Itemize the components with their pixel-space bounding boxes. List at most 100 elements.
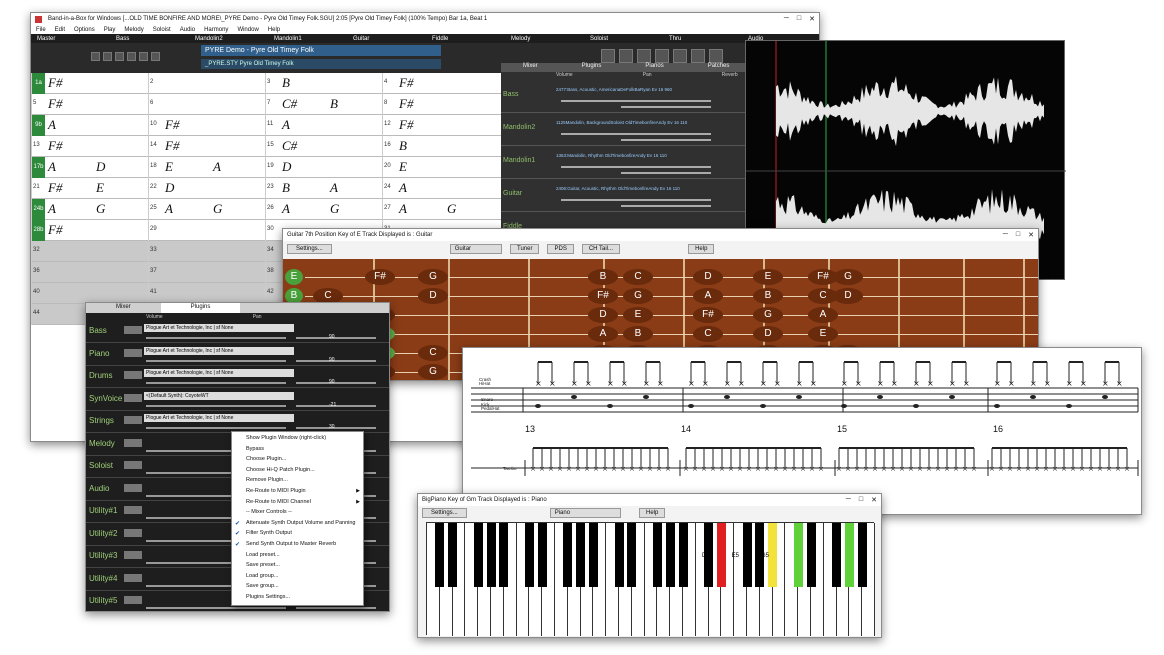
fret-note[interactable]: G (623, 288, 653, 304)
loop-icon[interactable] (127, 52, 136, 61)
pds-button[interactable]: PDS (547, 244, 574, 254)
fret-note[interactable]: D (833, 288, 863, 304)
chord-cell[interactable]: 24 A (382, 178, 499, 199)
menu-item[interactable]: Re-Route to MIDI Channel (246, 499, 311, 505)
pan-slider[interactable] (296, 607, 376, 609)
black-key[interactable] (588, 523, 598, 587)
notation-icon[interactable] (601, 49, 615, 63)
volume-slider[interactable] (146, 404, 286, 407)
chord-cell[interactable]: 8 F# (382, 94, 499, 115)
chord-cell[interactable]: 26 A G (265, 199, 382, 220)
chord-cell[interactable]: 22 D (148, 178, 265, 199)
chord-cell[interactable]: 36 (31, 262, 148, 283)
black-key[interactable] (857, 523, 867, 587)
pan-slider[interactable] (296, 382, 376, 384)
chord-cell[interactable]: 28b F# (31, 220, 148, 241)
rewind-icon[interactable] (139, 52, 148, 61)
mixer-plugin-name[interactable]: 2406:Guitar, Acoustic, Rhythm OldTimebon… (556, 186, 680, 191)
window-controls[interactable]: ─ □ ✕ (784, 15, 815, 23)
fret-note[interactable]: G (418, 269, 448, 285)
mute-solo-icons[interactable] (124, 371, 142, 379)
chord-cell[interactable]: 24b A G (31, 199, 148, 220)
fret-note[interactable]: F# (365, 269, 395, 285)
fret-note[interactable]: D (588, 307, 618, 323)
menu-soloist[interactable]: Soloist (153, 27, 171, 33)
piano-settings-button[interactable]: Settings... (422, 508, 467, 518)
pan-slider[interactable] (621, 106, 711, 108)
plugin-slot[interactable]: Plogue Art et Technologie, Inc | sf None (144, 346, 294, 355)
black-key[interactable] (832, 523, 842, 587)
fret-note[interactable]: G (833, 269, 863, 285)
tuner-button[interactable]: Tuner (510, 244, 540, 254)
fret-note[interactable]: B (588, 269, 618, 285)
chord-cell[interactable]: 27 A G (382, 199, 499, 220)
pan-slider[interactable] (621, 205, 711, 207)
piano-keyboard[interactable]: D5 E5 G5 (426, 522, 875, 636)
mute-solo-icons[interactable] (124, 551, 142, 559)
plugin-slot[interactable]: Plogue Art et Technologie, Inc | sf None (144, 324, 294, 332)
volume-slider[interactable] (146, 359, 286, 362)
play-icon[interactable] (91, 52, 100, 61)
black-key[interactable] (793, 523, 803, 587)
mute-solo-icons[interactable] (124, 326, 142, 334)
chord-cell[interactable]: 16 B (382, 136, 499, 157)
menu-audio[interactable]: Audio (180, 27, 195, 33)
chord-cell[interactable]: 21 F# E (31, 178, 148, 199)
volume-slider[interactable] (561, 199, 711, 201)
mixer-tab-plugins[interactable]: Plugins (560, 63, 624, 72)
menu-file[interactable]: File (36, 27, 46, 33)
black-key[interactable] (435, 523, 445, 587)
drum-notation[interactable]: × × × × × × × × × × × × × × × × × × × × × × × × × × × × × × × × × × × × × × × ×… (463, 348, 1142, 515)
fret-note[interactable]: A (693, 288, 723, 304)
chord-cell[interactable]: 37 (148, 262, 265, 283)
volume-slider[interactable] (146, 337, 286, 339)
chord-cell[interactable]: 20 E (382, 157, 499, 178)
black-key[interactable] (576, 523, 586, 587)
chord-cell[interactable]: 32 (31, 241, 148, 262)
mixer-icon[interactable] (637, 49, 651, 63)
chord-cell[interactable]: 1a F# (31, 73, 148, 94)
black-key[interactable] (486, 523, 496, 587)
menu-item[interactable]: Re-Route to MIDI Plugin (246, 488, 306, 494)
tab-plugins[interactable]: Plugins (160, 303, 241, 313)
volume-slider[interactable] (561, 166, 711, 168)
fret-note[interactable]: C (693, 326, 723, 342)
song-title[interactable]: PYRE Demo - Pyre Old Timey Folk (201, 45, 441, 56)
menu-item[interactable]: Load preset... (246, 552, 280, 558)
guitar-icon[interactable] (691, 49, 705, 63)
guitar-window-controls[interactable]: ─ □ ✕ (1003, 231, 1034, 239)
black-key[interactable] (614, 523, 624, 587)
menu-options[interactable]: Options (74, 27, 95, 33)
chord-cell[interactable]: 33 (148, 241, 265, 262)
mixer-tab-pianos[interactable]: Pianos (623, 63, 685, 72)
volume-slider[interactable] (146, 382, 286, 384)
plugin-context-menu[interactable]: Show Plugin Window (right-click) Bypass Ch… (231, 431, 364, 606)
mixer-plugin-name[interactable]: 2477:Bass, Acoustic, AmericanaDeFolkBaRy… (556, 87, 672, 92)
tab-mixer[interactable]: Mixer (86, 303, 161, 313)
chord-cell[interactable]: 6 (148, 94, 265, 115)
mixer-plugin-name[interactable]: 1125Mandolin, BackgroundSoloist OldTimeb… (556, 120, 687, 125)
menu-melody[interactable]: Melody (124, 27, 143, 33)
menu-item[interactable]: Load group... (246, 573, 278, 579)
mute-solo-icons[interactable] (124, 461, 142, 469)
fret-note[interactable]: G (418, 364, 448, 380)
mute-solo-icons[interactable] (124, 528, 142, 537)
mixer-tab-patches[interactable]: Patches (686, 63, 752, 72)
mixer-tab-mixer[interactable]: Mixer (501, 63, 560, 72)
chord-cell[interactable]: 23 B A (265, 178, 382, 199)
fret-note[interactable]: D (418, 288, 448, 304)
chord-cell[interactable]: 25 A G (148, 199, 265, 220)
chord-cell[interactable]: 10 F# (148, 115, 265, 136)
chord-cell[interactable]: 4 F# (382, 73, 499, 94)
chord-cell[interactable]: 11 A (265, 115, 382, 136)
mute-solo-icons[interactable] (124, 483, 142, 492)
menu-item[interactable]: Choose Hi-Q Patch Plugin... (246, 467, 315, 473)
menu-harmony[interactable]: Harmony (204, 27, 228, 33)
fret-note[interactable]: B (753, 288, 783, 304)
black-key[interactable] (678, 523, 688, 587)
fret-note[interactable]: A (808, 307, 838, 323)
track-tab-mandolin2[interactable]: Mandolin2 (189, 36, 268, 42)
menu-item[interactable]: Choose Plugin... (246, 456, 286, 462)
fret-note[interactable]: G (753, 307, 783, 323)
menu-item[interactable]: Attenuate Synth Output Volume and Pannin… (246, 520, 355, 526)
